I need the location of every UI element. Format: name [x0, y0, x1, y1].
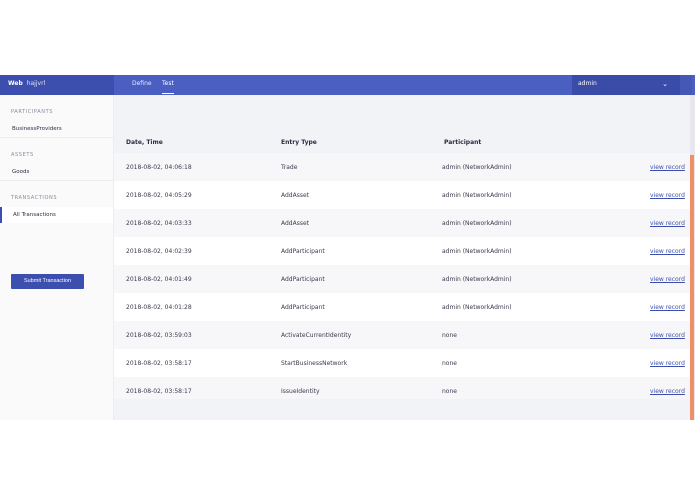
- scrollbar[interactable]: [690, 95, 695, 420]
- table-row: 2018-08-02, 03:59:03 ActivateCurrentIden…: [114, 321, 690, 349]
- view-record-link[interactable]: view record: [650, 304, 685, 311]
- app-window: Web hajjvrl Define Test admin ⌄ PARTICIP…: [0, 75, 695, 420]
- sidebar: PARTICIPANTS BusinessProviders ASSETS Go…: [0, 95, 114, 420]
- cell-entry-type: AddAsset: [281, 192, 310, 199]
- cell-entry-type: Trade: [281, 164, 298, 171]
- brand: Web hajjvrl: [0, 75, 114, 95]
- table-row: 2018-08-02, 04:06:18 Trade admin (Networ…: [114, 153, 690, 181]
- view-record-link[interactable]: view record: [650, 388, 685, 395]
- cell-date: 2018-08-02, 04:03:33: [126, 220, 192, 227]
- table-row: 2018-08-02, 04:02:39 AddParticipant admi…: [114, 237, 690, 265]
- cell-participant: admin (NetworkAdmin): [442, 248, 512, 255]
- cell-entry-type: AddAsset: [281, 220, 310, 227]
- cell-date: 2018-08-02, 03:59:03: [126, 332, 192, 339]
- cell-date: 2018-08-02, 04:02:39: [126, 248, 192, 255]
- identity-label: admin: [578, 80, 597, 87]
- section-title-participants: PARTICIPANTS: [11, 109, 54, 115]
- view-record-link[interactable]: view record: [650, 332, 685, 339]
- cell-participant: admin (NetworkAdmin): [442, 276, 512, 283]
- cell-participant: none: [442, 388, 457, 395]
- scrollbar-thumb[interactable]: [690, 155, 694, 420]
- view-record-link[interactable]: view record: [650, 276, 685, 283]
- chevron-down-icon: ⌄: [662, 80, 668, 88]
- cell-entry-type: AddParticipant: [281, 276, 325, 283]
- sidebar-item-all-transactions[interactable]: All Transactions: [0, 207, 113, 223]
- cell-date: 2018-08-02, 03:58:17: [126, 388, 192, 395]
- cell-entry-type: ActivateCurrentIdentity: [281, 332, 352, 339]
- brand-name: Web: [8, 80, 23, 87]
- table-footer-area: [114, 399, 690, 420]
- network-name: hajjvrl: [26, 80, 46, 87]
- view-record-link[interactable]: view record: [650, 248, 685, 255]
- tab-test[interactable]: Test: [162, 75, 174, 95]
- view-record-link[interactable]: view record: [650, 220, 685, 227]
- column-header-participant: Participant: [444, 139, 482, 146]
- sidebar-divider: [0, 180, 113, 181]
- transaction-table-panel: Date, Time Entry Type Participant 2018-0…: [114, 95, 690, 420]
- sidebar-item-goods[interactable]: Goods: [0, 164, 113, 180]
- cell-participant: none: [442, 360, 457, 367]
- cell-entry-type: AddParticipant: [281, 304, 325, 311]
- sidebar-item-businessproviders[interactable]: BusinessProviders: [0, 121, 113, 137]
- cell-date: 2018-08-02, 04:06:18: [126, 164, 192, 171]
- view-record-link[interactable]: view record: [650, 164, 685, 171]
- cell-participant: admin (NetworkAdmin): [442, 164, 512, 171]
- column-header-entry-type: Entry Type: [281, 139, 317, 146]
- tab-define[interactable]: Define: [132, 75, 152, 95]
- view-record-link[interactable]: view record: [650, 192, 685, 199]
- cell-date: 2018-08-02, 04:01:49: [126, 276, 192, 283]
- cell-date: 2018-08-02, 04:01:28: [126, 304, 192, 311]
- cell-date: 2018-08-02, 03:58:17: [126, 360, 192, 367]
- table-row: 2018-08-02, 04:01:49 AddParticipant admi…: [114, 265, 690, 293]
- table-row: 2018-08-02, 04:03:33 AddAsset admin (Net…: [114, 209, 690, 237]
- cell-participant: none: [442, 332, 457, 339]
- topbar-edge: [680, 75, 692, 95]
- table-row: 2018-08-02, 03:58:17 StartBusinessNetwor…: [114, 349, 690, 377]
- view-record-link[interactable]: view record: [650, 360, 685, 367]
- section-title-transactions: TRANSACTIONS: [11, 195, 58, 201]
- cell-participant: admin (NetworkAdmin): [442, 220, 512, 227]
- cell-entry-type: AddParticipant: [281, 248, 325, 255]
- column-header-date: Date, Time: [126, 139, 163, 146]
- submit-transaction-button[interactable]: Submit Transaction: [11, 274, 84, 289]
- cell-participant: admin (NetworkAdmin): [442, 192, 512, 199]
- top-navigation-bar: Web hajjvrl Define Test admin ⌄: [0, 75, 695, 95]
- cell-participant: admin (NetworkAdmin): [442, 304, 512, 311]
- table-row: 2018-08-02, 04:01:28 AddParticipant admi…: [114, 293, 690, 321]
- identity-selector[interactable]: admin ⌄: [572, 75, 680, 95]
- cell-entry-type: StartBusinessNetwork: [281, 360, 348, 367]
- table-row: 2018-08-02, 04:05:29 AddAsset admin (Net…: [114, 181, 690, 209]
- section-title-assets: ASSETS: [11, 152, 34, 158]
- table-header: Date, Time Entry Type Participant: [114, 133, 690, 153]
- sidebar-divider: [0, 137, 113, 138]
- cell-entry-type: IssueIdentity: [281, 388, 320, 395]
- cell-date: 2018-08-02, 04:05:29: [126, 192, 192, 199]
